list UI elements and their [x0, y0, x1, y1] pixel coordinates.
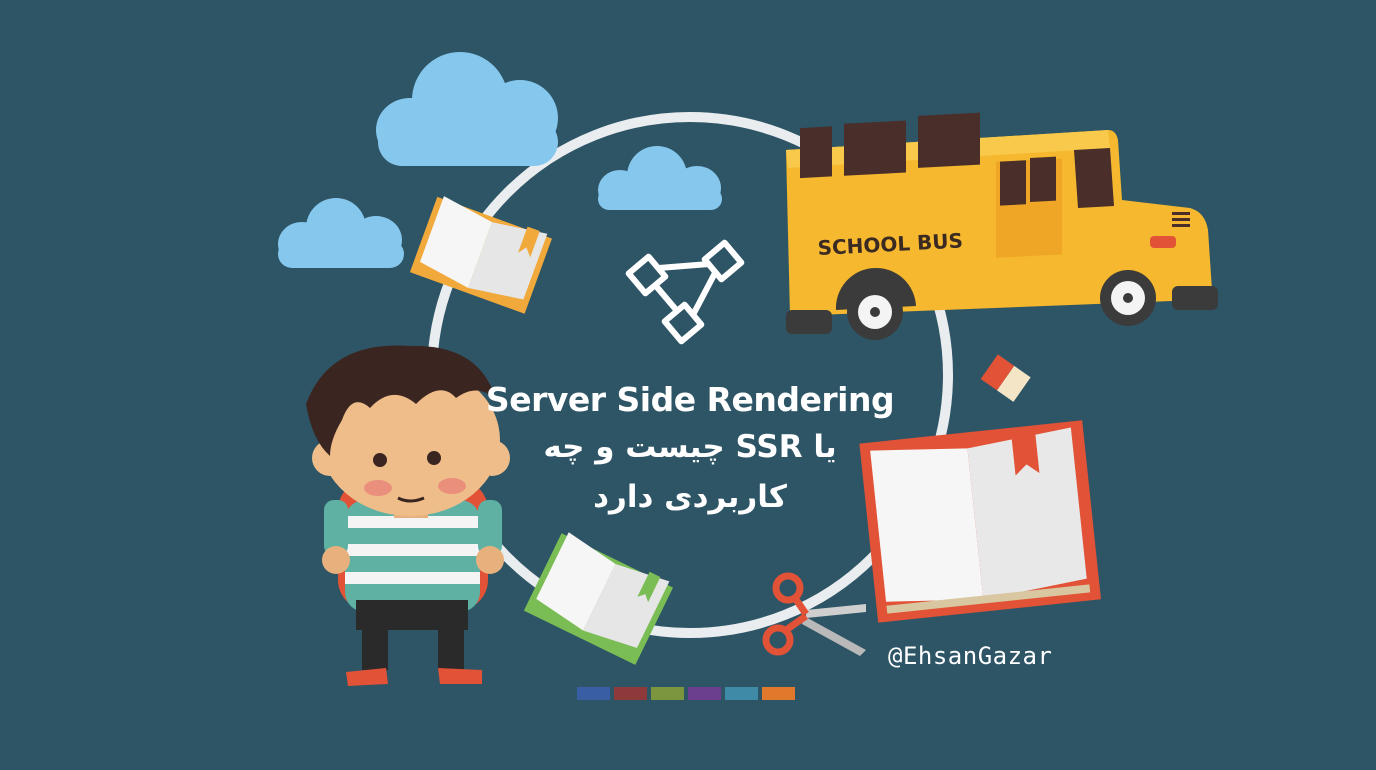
open-book-icon: [409, 196, 552, 314]
open-book-icon: [523, 532, 674, 665]
title-persian-line-1: یا SSR چیست و چه: [543, 429, 837, 465]
title: Server Side Rendering یا SSR چیست و چه ک…: [470, 378, 910, 522]
color-swatch: [688, 687, 721, 700]
color-swatch: [577, 687, 610, 700]
color-swatch: [614, 687, 647, 700]
school-bus-icon: SCHOOL BUS: [786, 112, 1218, 340]
author-handle: @EhsanGazar: [888, 642, 1053, 670]
cloud-icon: [278, 198, 404, 268]
cloud-icon: [598, 146, 722, 210]
color-swatch: [725, 687, 758, 700]
cloud-icon: [376, 52, 558, 166]
title-english: Server Side Rendering: [485, 380, 895, 419]
title-persian-line-2: کاربردی دارد: [593, 479, 787, 515]
color-swatches: [577, 687, 795, 700]
color-swatch: [762, 687, 795, 700]
eraser-icon: [980, 354, 1031, 402]
sitemap-icon: [625, 239, 745, 345]
color-swatch: [651, 687, 684, 700]
